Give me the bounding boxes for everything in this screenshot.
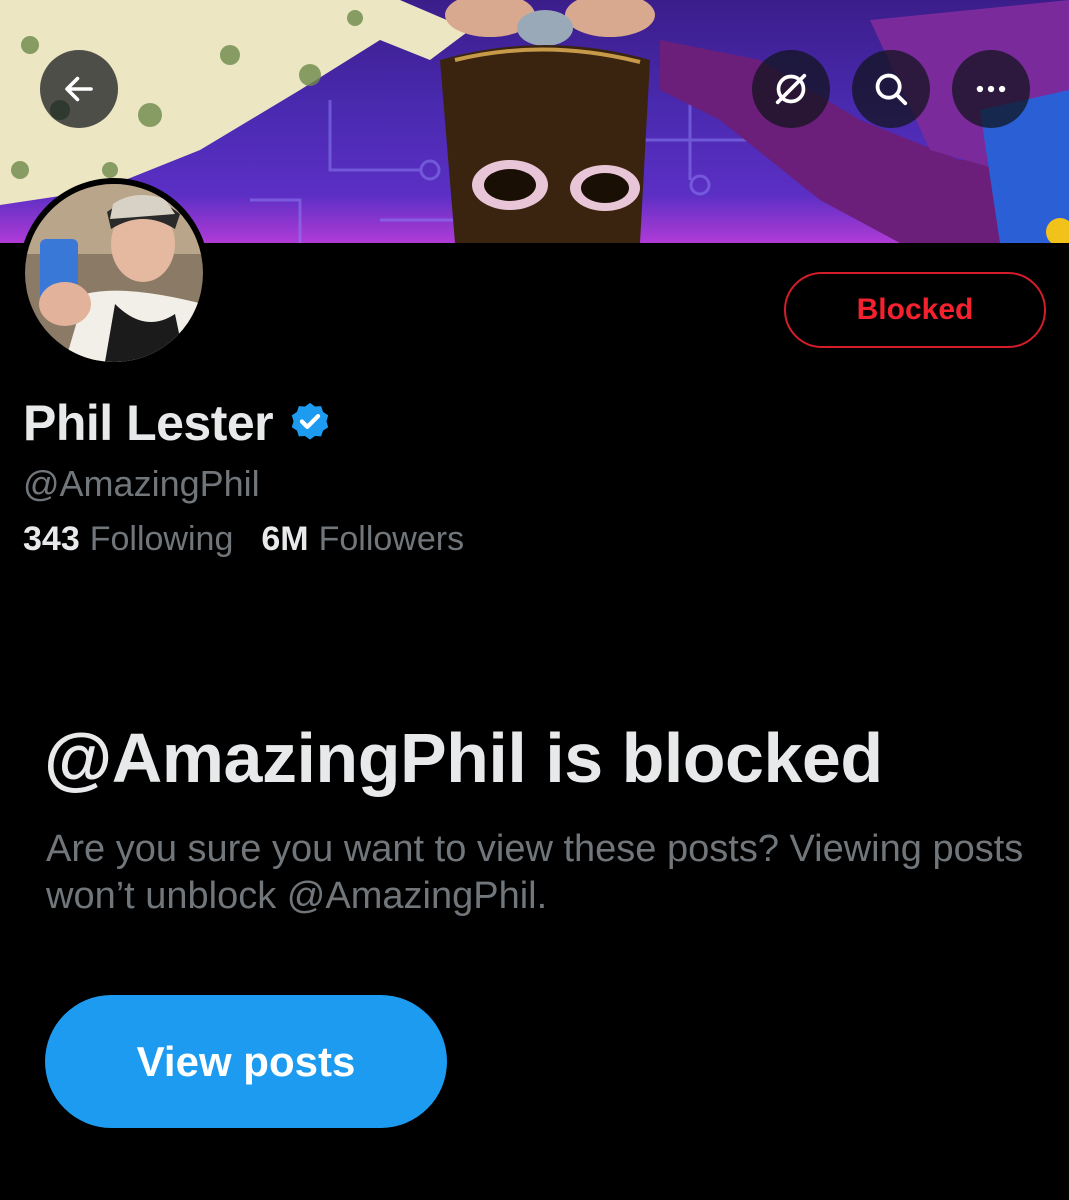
arrow-left-icon (65, 76, 93, 102)
profile-stats: 343 Following 6M Followers (23, 520, 464, 559)
more-button[interactable] (952, 50, 1030, 128)
back-button[interactable] (40, 50, 118, 128)
following-count: 343 (23, 520, 80, 558)
avatar[interactable] (19, 178, 209, 368)
grok-button[interactable] (752, 50, 830, 128)
profile-name-row: Phil Lester (23, 394, 333, 452)
following-link[interactable]: 343 Following (23, 520, 233, 559)
followers-count: 6M (261, 520, 309, 558)
more-horizontal-icon (976, 85, 1006, 93)
display-name: Phil Lester (23, 395, 274, 451)
following-label: Following (89, 520, 234, 558)
grok-icon (775, 73, 807, 105)
blocked-notice-title: @AmazingPhil is blocked (44, 719, 883, 797)
verified-badge-icon[interactable] (287, 400, 333, 446)
view-posts-label: View posts (136, 1037, 356, 1085)
followers-label: Followers (318, 520, 465, 558)
followers-link[interactable]: 6M Followers (261, 520, 464, 559)
search-icon (875, 73, 908, 106)
search-button[interactable] (852, 50, 930, 128)
avatar-image (25, 184, 203, 362)
blocked-button[interactable]: Blocked (784, 272, 1046, 348)
blocked-button-label: Blocked (856, 293, 974, 326)
profile-handle: @AmazingPhil (23, 463, 260, 504)
blocked-notice-description: Are you sure you want to view these post… (46, 828, 1024, 917)
view-posts-button[interactable]: View posts (45, 995, 447, 1128)
